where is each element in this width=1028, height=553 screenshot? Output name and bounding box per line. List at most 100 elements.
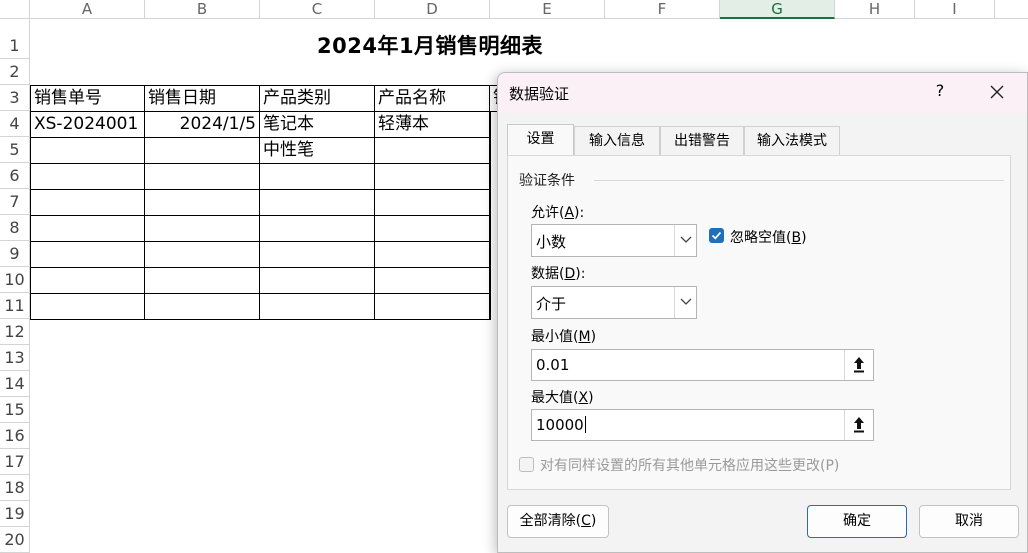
row-header-11[interactable]: 11 bbox=[0, 293, 30, 319]
settings-panel: 验证条件 允许(A): 小数 忽略空值(B) 数据(D): 介于 最小值(M) … bbox=[507, 155, 1011, 490]
data-validation-dialog: 数据验证 ? 设置 输入信息 出错警告 输入法模式 验证条件 允许(A): 小数… bbox=[497, 72, 1028, 553]
apply-to-all-checkbox[interactable] bbox=[519, 457, 534, 472]
table-cell[interactable] bbox=[31, 216, 145, 242]
column-header-g[interactable]: G bbox=[720, 0, 835, 19]
cell-c5[interactable]: 中性笔 bbox=[260, 138, 375, 164]
row-header-15[interactable]: 15 bbox=[0, 397, 30, 423]
help-button[interactable]: ? bbox=[930, 81, 950, 103]
row-header-9[interactable]: 9 bbox=[0, 241, 30, 267]
tab-input-message[interactable]: 输入信息 bbox=[574, 126, 660, 155]
row-header-4[interactable]: 4 bbox=[0, 111, 30, 137]
ignore-blank-checkbox[interactable] bbox=[709, 228, 724, 243]
row-header-8[interactable]: 8 bbox=[0, 215, 30, 241]
column-header-i[interactable]: I bbox=[915, 0, 995, 19]
sheet-title[interactable]: 2024年1月销售明细表 bbox=[317, 30, 543, 60]
maximum-value: 10000 bbox=[536, 416, 586, 434]
table-cell[interactable] bbox=[145, 242, 260, 268]
table-cell[interactable] bbox=[145, 294, 260, 320]
table-cell[interactable] bbox=[375, 216, 490, 242]
column-header-a[interactable]: A bbox=[30, 0, 145, 19]
data-dropdown[interactable]: 介于 bbox=[531, 286, 697, 319]
cell-d4[interactable]: 轻薄本 bbox=[375, 112, 490, 138]
row-header-19[interactable]: 19 bbox=[0, 501, 30, 527]
row-header-6[interactable]: 6 bbox=[0, 163, 30, 189]
column-header-c[interactable]: C bbox=[260, 0, 375, 19]
row-header-1[interactable]: 1 bbox=[0, 19, 30, 59]
table-cell[interactable] bbox=[31, 294, 145, 320]
cell-c3[interactable]: 产品类别 bbox=[260, 86, 375, 112]
group-divider bbox=[594, 180, 1004, 181]
cell-d5[interactable] bbox=[375, 138, 490, 164]
row-header-5[interactable]: 5 bbox=[0, 137, 30, 163]
data-dropdown-button[interactable] bbox=[674, 287, 696, 318]
tab-error-alert[interactable]: 出错警告 bbox=[660, 126, 744, 155]
cell-a5[interactable] bbox=[31, 138, 145, 164]
table-cell[interactable] bbox=[31, 268, 145, 294]
cancel-button[interactable]: 取消 bbox=[919, 505, 1019, 538]
table-cell[interactable] bbox=[145, 164, 260, 190]
row-header-7[interactable]: 7 bbox=[0, 189, 30, 215]
cell-a4[interactable]: XS-2024001 bbox=[31, 112, 145, 138]
minimum-input[interactable]: 0.01 bbox=[531, 349, 874, 381]
table-cell[interactable] bbox=[260, 294, 375, 320]
ignore-blank-label[interactable]: 忽略空值(B) bbox=[730, 227, 807, 247]
table-cell[interactable] bbox=[375, 190, 490, 216]
table-cell[interactable] bbox=[375, 164, 490, 190]
table-cell[interactable] bbox=[31, 190, 145, 216]
table-cell[interactable] bbox=[31, 164, 145, 190]
dialog-titlebar[interactable]: 数据验证 ? bbox=[498, 73, 1027, 113]
column-header-row: A B C D E F G H I bbox=[0, 0, 1028, 19]
tab-ime-mode[interactable]: 输入法模式 bbox=[744, 126, 840, 155]
table-cell[interactable] bbox=[260, 216, 375, 242]
allow-label: 允许(A): bbox=[531, 205, 585, 221]
close-button[interactable] bbox=[986, 81, 1008, 103]
row-header-18[interactable]: 18 bbox=[0, 475, 30, 501]
table-cell[interactable] bbox=[375, 242, 490, 268]
ok-button[interactable]: 确定 bbox=[807, 505, 907, 538]
row-header-12[interactable]: 12 bbox=[0, 319, 30, 345]
row-header-10[interactable]: 10 bbox=[0, 267, 30, 293]
text-caret bbox=[584, 416, 586, 433]
maximum-input[interactable]: 10000 bbox=[531, 409, 874, 441]
table-cell[interactable] bbox=[145, 190, 260, 216]
row-header-14[interactable]: 14 bbox=[0, 371, 30, 397]
table-cell[interactable] bbox=[260, 268, 375, 294]
column-header-f[interactable]: F bbox=[605, 0, 720, 19]
table-cell[interactable] bbox=[375, 268, 490, 294]
cell-d3[interactable]: 产品名称 bbox=[375, 86, 490, 112]
column-header-d[interactable]: D bbox=[375, 0, 490, 19]
table-cell[interactable] bbox=[375, 294, 490, 320]
allow-dropdown[interactable]: 小数 bbox=[531, 224, 697, 257]
clear-all-button[interactable]: 全部清除(C) bbox=[507, 505, 609, 538]
select-all-corner[interactable] bbox=[0, 0, 30, 19]
column-header-e[interactable]: E bbox=[490, 0, 605, 19]
cell-b4[interactable]: 2024/1/5 bbox=[145, 112, 260, 138]
cell-b3[interactable]: 销售日期 bbox=[145, 86, 260, 112]
column-e-border bbox=[490, 112, 491, 320]
minimum-value: 0.01 bbox=[536, 356, 570, 374]
dialog-title: 数据验证 bbox=[509, 85, 570, 103]
column-header-b[interactable]: B bbox=[145, 0, 260, 19]
minimum-range-select-button[interactable] bbox=[844, 350, 873, 380]
row-header-17[interactable]: 17 bbox=[0, 449, 30, 475]
cell-b5[interactable] bbox=[145, 138, 260, 164]
row-header-16[interactable]: 16 bbox=[0, 423, 30, 449]
table-cell[interactable] bbox=[31, 242, 145, 268]
allow-dropdown-button[interactable] bbox=[674, 225, 696, 256]
row-header-3[interactable]: 3 bbox=[0, 85, 30, 111]
column-header-h[interactable]: H bbox=[835, 0, 915, 19]
cell-a3[interactable]: 销售单号 bbox=[31, 86, 145, 112]
row-header-2[interactable]: 2 bbox=[0, 59, 30, 85]
table-cell[interactable] bbox=[260, 242, 375, 268]
cell-c4[interactable]: 笔记本 bbox=[260, 112, 375, 138]
row-header-20[interactable]: 20 bbox=[0, 527, 30, 553]
maximum-label: 最大值(X) bbox=[531, 390, 594, 406]
table-cell[interactable] bbox=[260, 190, 375, 216]
row-header-13[interactable]: 13 bbox=[0, 345, 30, 371]
close-icon bbox=[990, 85, 1004, 99]
table-cell[interactable] bbox=[260, 164, 375, 190]
table-cell[interactable] bbox=[145, 216, 260, 242]
tab-settings[interactable]: 设置 bbox=[507, 124, 574, 157]
maximum-range-select-button[interactable] bbox=[844, 410, 873, 440]
table-cell[interactable] bbox=[145, 268, 260, 294]
